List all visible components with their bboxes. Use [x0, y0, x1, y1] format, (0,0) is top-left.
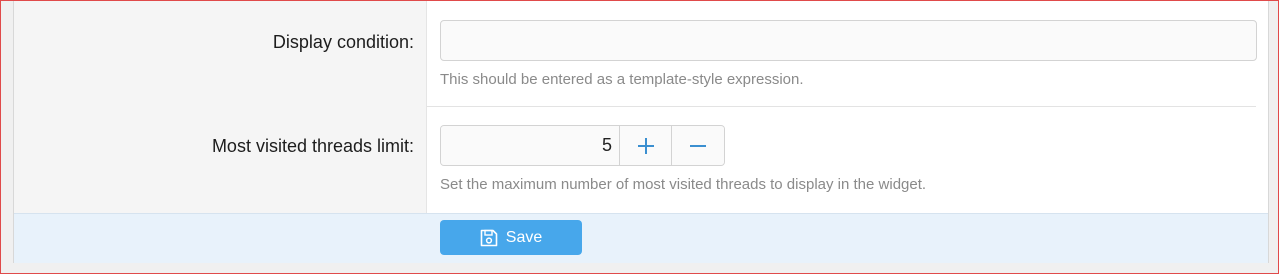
display-condition-row: Display condition: This should be entere…: [14, 1, 1268, 107]
window-frame: Display condition: This should be entere…: [0, 0, 1279, 274]
display-condition-hint: This should be entered as a template-sty…: [440, 71, 804, 88]
save-button[interactable]: Save: [440, 220, 582, 255]
decrement-button[interactable]: [671, 126, 724, 165]
threads-limit-label: Most visited threads limit:: [211, 136, 414, 156]
threads-limit-hint: Set the maximum number of most visited t…: [440, 176, 927, 193]
plus-icon: [637, 137, 654, 154]
increment-button[interactable]: [619, 126, 672, 165]
threads-limit-field-cell: Set the maximum number of most visited t…: [427, 107, 1268, 213]
display-condition-input[interactable]: [440, 20, 1257, 61]
threads-limit-label-cell: Most visited threads limit:: [14, 107, 427, 213]
form-footer: Save: [14, 213, 1268, 263]
display-condition-field-cell: This should be entered as a template-sty…: [427, 1, 1268, 107]
save-icon: [480, 229, 498, 247]
widget-options-form: Display condition: This should be entere…: [13, 1, 1269, 263]
threads-limit-row: Most visited threads limit: 5 Set the ma…: [14, 107, 1268, 213]
save-button-label: Save: [505, 228, 543, 246]
threads-limit-input[interactable]: [441, 126, 619, 165]
display-condition-label-cell: Display condition:: [14, 1, 427, 107]
display-condition-label: Display condition:: [272, 32, 414, 52]
threads-limit-stepper: [440, 125, 725, 166]
minus-icon: [690, 138, 706, 154]
